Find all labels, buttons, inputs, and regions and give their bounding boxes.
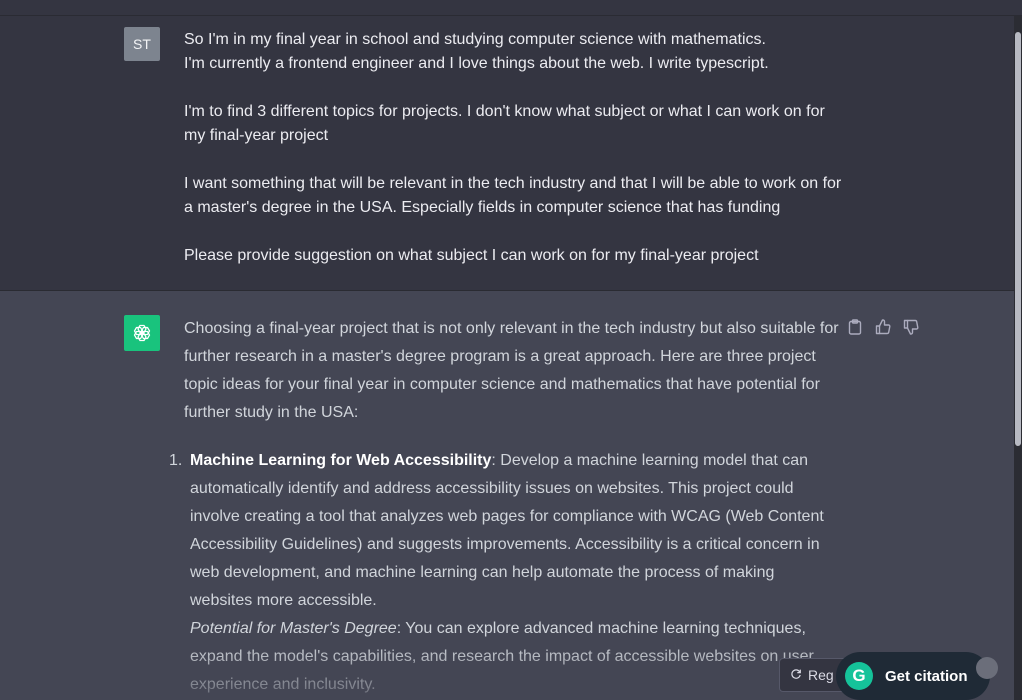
refresh-icon [790, 667, 802, 683]
user-paragraph: I'm currently a frontend engineer and I … [184, 55, 769, 72]
openai-logo-icon [124, 315, 160, 351]
user-paragraph: Please provide suggestion on what subjec… [184, 247, 759, 264]
list-item-title: Machine Learning for Web Accessibility [190, 452, 492, 469]
list-number: 1. [169, 452, 183, 469]
user-avatar: ST [124, 27, 160, 61]
bottom-fade [160, 640, 860, 700]
thumbs-up-icon[interactable] [875, 318, 891, 336]
message-actions [847, 318, 919, 336]
top-bar [0, 0, 1022, 16]
user-paragraph: I want something that will be relevant i… [184, 175, 842, 216]
potential-label: Potential for Master's Degree [190, 620, 397, 637]
get-citation-label: Get citation [885, 667, 968, 685]
grammarly-logo-icon: G [845, 662, 873, 690]
clipboard-icon[interactable] [847, 318, 863, 336]
list-item-description: : Develop a machine learning model that … [190, 452, 824, 609]
get-citation-button[interactable]: G Get citation [836, 652, 990, 700]
regenerate-label: Reg [808, 667, 834, 683]
assistant-intro: Choosing a final-year project that is no… [184, 320, 839, 421]
scroll-down-button[interactable] [976, 657, 998, 679]
user-paragraph: I'm to find 3 different topics for proje… [184, 103, 825, 144]
scrollbar-thumb[interactable] [1015, 32, 1021, 446]
user-message-text: So I'm in my final year in school and st… [184, 28, 844, 268]
thumbs-down-icon[interactable] [903, 318, 919, 336]
user-paragraph: So I'm in my final year in school and st… [184, 31, 766, 48]
